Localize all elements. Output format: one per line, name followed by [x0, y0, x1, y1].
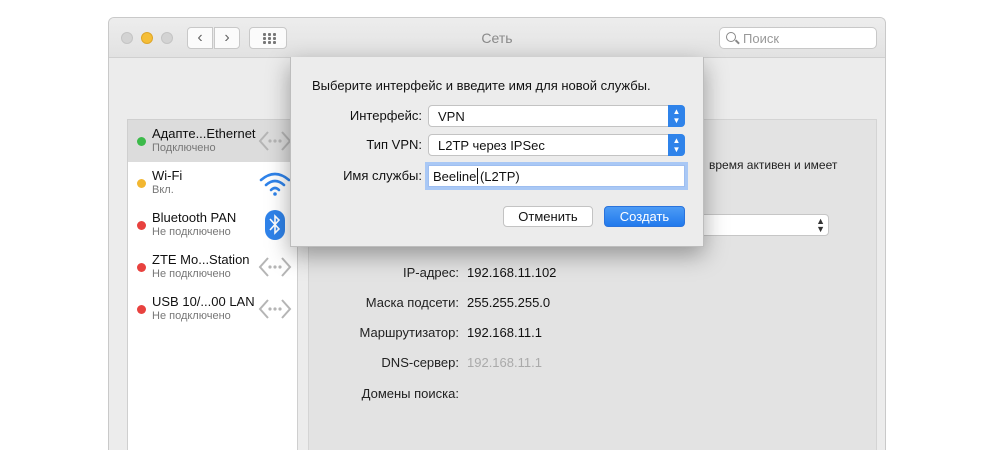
- service-name: Bluetooth PAN: [152, 210, 237, 225]
- status-description: время активен и имеет: [709, 158, 838, 172]
- text-cursor: [477, 168, 478, 184]
- create-button[interactable]: Создать: [604, 206, 685, 227]
- title-bar: ‹ › Сеть Поиск: [109, 18, 885, 58]
- status-dot-red: [137, 263, 146, 272]
- service-item-usb-lan[interactable]: USB 10/...00 LAN Не подключено: [128, 288, 297, 330]
- sheet-prompt: Выберите интерфейс и введите имя для нов…: [312, 78, 651, 93]
- status-dot-yellow: [137, 179, 146, 188]
- service-status: Не подключено: [152, 226, 231, 238]
- status-dot-red: [137, 305, 146, 314]
- vpn-type-label: Тип VPN:: [366, 137, 422, 152]
- cancel-button[interactable]: Отменить: [503, 206, 593, 227]
- chevron-updown-icon: ▲ ▼: [816, 216, 825, 234]
- info-value: 192.168.11.102: [467, 265, 557, 280]
- info-value: 255.255.255.0: [467, 295, 551, 310]
- vpn-type-popup[interactable]: L2TP через IPSec ▲ ▼: [428, 134, 685, 156]
- interface-value: VPN: [438, 109, 465, 124]
- service-status: Подключено: [152, 142, 216, 154]
- service-item-wifi[interactable]: Wi-Fi Вкл.: [128, 162, 297, 204]
- service-name-field[interactable]: Beeline (L2TP): [428, 165, 685, 187]
- ethernet-arrows-icon: [258, 257, 292, 277]
- interface-label: Интерфейс:: [349, 108, 422, 123]
- service-name-label: Имя службы:: [343, 168, 422, 183]
- service-status: Вкл.: [152, 184, 174, 196]
- service-item-ethernet-adapter[interactable]: Адапте...Ethernet Подключено: [128, 120, 297, 162]
- interface-popup[interactable]: VPN ▲ ▼: [428, 105, 685, 127]
- search-placeholder: Поиск: [743, 31, 780, 46]
- service-status: Не подключено: [152, 310, 231, 322]
- vpn-type-value: L2TP через IPSec: [438, 138, 545, 153]
- service-item-bluetooth-pan[interactable]: Bluetooth PAN Не подключено: [128, 204, 297, 246]
- info-label: IP-адрес:: [403, 265, 459, 280]
- status-dot-green: [137, 137, 146, 146]
- info-value: 192.168.11.1: [467, 355, 542, 370]
- info-label: Маска подсети:: [365, 295, 459, 310]
- service-name: Адапте...Ethernet: [152, 126, 256, 141]
- search-icon: [726, 32, 736, 42]
- configure-ipv4-select[interactable]: ▲ ▼: [699, 214, 829, 236]
- info-label: Маршрутизатор:: [359, 325, 459, 340]
- info-value: 192.168.11.1: [467, 325, 542, 340]
- service-name: Wi-Fi: [152, 168, 183, 183]
- search-field[interactable]: Поиск: [719, 27, 877, 49]
- new-service-sheet: Выберите интерфейс и введите имя для нов…: [290, 57, 704, 247]
- wifi-icon: [259, 172, 291, 196]
- service-item-zte-modem[interactable]: ZTE Mo...Station Не подключено: [128, 246, 297, 288]
- service-list[interactable]: Адапте...Ethernet Подключено Wi-Fi Вкл. …: [127, 119, 298, 450]
- chevron-updown-icon: ▲ ▼: [668, 105, 685, 127]
- ethernet-arrows-icon: [258, 131, 292, 151]
- service-name: ZTE Mo...Station: [152, 252, 250, 267]
- service-status: Не подключено: [152, 268, 231, 280]
- info-label: Домены поиска:: [361, 386, 459, 401]
- chevron-updown-icon: ▲ ▼: [668, 134, 685, 156]
- status-dot-red: [137, 221, 146, 230]
- info-label: DNS-сервер:: [381, 355, 459, 370]
- bluetooth-icon: [265, 210, 285, 240]
- ethernet-arrows-icon: [258, 299, 292, 319]
- service-name: USB 10/...00 LAN: [152, 294, 255, 309]
